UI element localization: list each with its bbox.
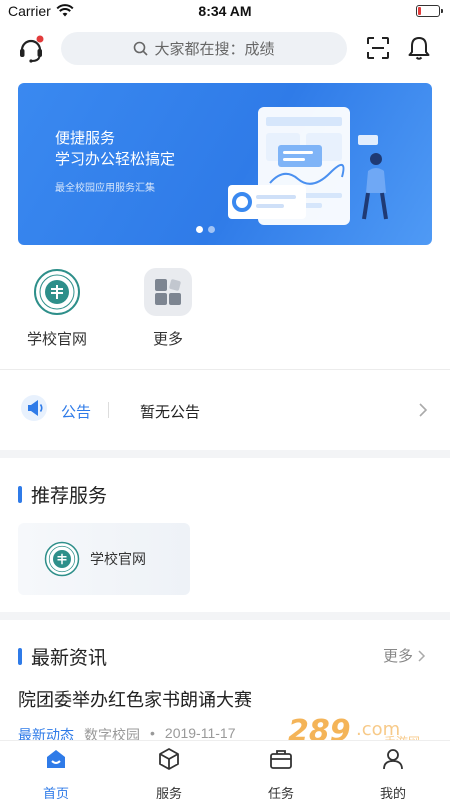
status-bar: Carrier 8:34 AM: [0, 0, 450, 24]
banner-pager: [196, 226, 215, 233]
section-title: 最新资讯: [31, 648, 108, 669]
bell-icon[interactable]: [407, 35, 431, 61]
battery-icon: [416, 5, 443, 17]
scan-icon[interactable]: [366, 36, 390, 60]
app-label: 更多: [152, 331, 183, 348]
clock: 8:34 AM: [198, 3, 252, 19]
recommended-header: 推荐服务: [18, 481, 107, 508]
announcement-bar[interactable]: 公告 暂无公告: [0, 382, 450, 438]
chevron-right-icon: [418, 649, 426, 662]
app-label: 学校官网: [26, 331, 87, 348]
banner-dot[interactable]: [208, 226, 215, 233]
tab-label: 我的: [379, 786, 406, 799]
promo-banner[interactable]: 便捷服务 学习办公轻松搞定 最全校园应用服务汇集: [18, 83, 432, 245]
school-logo-icon: [44, 541, 80, 577]
search-placeholder: 大家都在搜：成绩: [154, 41, 275, 58]
divider: [0, 369, 450, 370]
divider: [108, 402, 109, 418]
chevron-right-icon: [419, 403, 428, 417]
briefcase-icon: [270, 750, 292, 769]
section-title: 推荐服务: [31, 486, 108, 507]
search-icon: [134, 41, 149, 56]
news-item-title[interactable]: 院团委举办红色家书朗诵大赛: [18, 686, 252, 712]
section-accent-bar: [18, 648, 22, 665]
tab-task[interactable]: 任务: [251, 747, 311, 799]
more-label: 更多: [383, 648, 414, 665]
banner-headline: 便捷服务: [55, 130, 116, 147]
home-icon: [47, 750, 65, 768]
service-label: 学校官网: [90, 551, 146, 567]
tab-home[interactable]: 首页: [26, 747, 86, 799]
tab-label: 服务: [155, 786, 182, 799]
school-logo-icon: [33, 268, 81, 316]
service-card-school-website[interactable]: 学校官网: [18, 523, 190, 595]
more-apps-icon: [144, 268, 192, 316]
user-icon: [383, 749, 403, 770]
bottom-tab-bar: 首页 服务 任务 我的: [0, 740, 450, 799]
megaphone-icon: [21, 395, 47, 421]
banner-caption: 最全校园应用服务汇集: [55, 183, 155, 194]
banner-illustration: [228, 107, 388, 225]
app-school-website[interactable]: 学校官网: [17, 268, 97, 349]
section-divider: [0, 450, 450, 458]
tab-mine[interactable]: 我的: [363, 747, 423, 799]
tab-label: 任务: [267, 786, 294, 799]
section-divider: [0, 612, 450, 620]
announcement-text: 暂无公告: [140, 404, 201, 421]
banner-dot-active[interactable]: [196, 226, 203, 233]
banner-subheadline: 学习办公轻松搞定: [55, 151, 176, 168]
search-input[interactable]: 大家都在搜：成绩: [61, 32, 347, 65]
news-header: 最新资讯: [18, 643, 107, 670]
tab-service[interactable]: 服务: [139, 747, 199, 799]
customer-service-icon[interactable]: [16, 34, 46, 64]
app-more[interactable]: 更多: [128, 268, 208, 349]
tab-label: 首页: [42, 786, 69, 799]
section-accent-bar: [18, 486, 22, 503]
announcement-tag: 公告: [61, 404, 92, 421]
top-bar: 大家都在搜：成绩: [0, 24, 450, 72]
service-cube-icon: [159, 748, 179, 770]
news-more-link[interactable]: 更多: [383, 645, 426, 666]
